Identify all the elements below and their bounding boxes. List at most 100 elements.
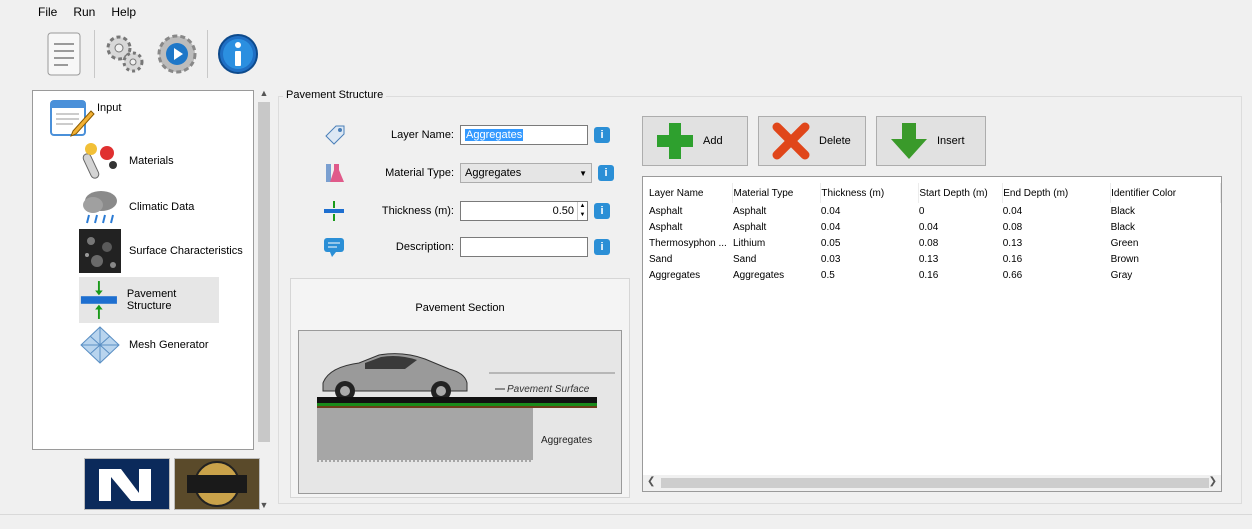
spin-buttons[interactable]: ▲ ▼	[577, 202, 587, 220]
thickness-label: Thickness (m):	[381, 205, 454, 217]
insert-button[interactable]: Insert	[876, 116, 986, 166]
column-header[interactable]: Layer Name	[649, 183, 734, 203]
material-type-select[interactable]: Aggregates ▼	[460, 163, 592, 183]
tree-item-label: Surface Characteristics	[129, 245, 243, 257]
table-cell: Black	[1110, 205, 1136, 217]
document-button[interactable]	[38, 28, 90, 80]
tree-item-label: Pavement Structure	[126, 288, 177, 312]
layer-name-label: Layer Name:	[391, 129, 454, 141]
layer-name-value: Aggregates	[465, 129, 524, 141]
thickness-stepper[interactable]: 0.50 ▲ ▼	[460, 201, 588, 221]
settings-button[interactable]	[99, 28, 151, 80]
description-input[interactable]	[460, 237, 588, 257]
description-label: Description:	[395, 241, 454, 253]
table-cell: 0.05	[820, 237, 841, 249]
thickness-icon	[324, 201, 344, 221]
scrollbar-thumb[interactable]	[258, 102, 270, 442]
table-cell: Asphalt	[732, 221, 767, 233]
material-type-row: Material Type: Aggregates ▼ i	[322, 162, 614, 184]
tree-item-label: Climatic Data	[129, 201, 195, 213]
logos	[84, 458, 260, 510]
column-header[interactable]: Thickness (m)	[820, 183, 920, 203]
info-button[interactable]	[212, 28, 264, 80]
tree-item-pavement-structure[interactable]: Pavement Structure	[79, 277, 219, 323]
delete-button[interactable]: Delete	[758, 116, 866, 166]
tree-item-climatic-data[interactable]: Climatic Data	[79, 187, 194, 227]
left-scrollbar[interactable]: ▲ ▼	[256, 88, 272, 510]
tree-item-label: Input	[97, 102, 122, 114]
table-cell: Sand	[732, 253, 757, 265]
table-cell: 0.5	[820, 269, 835, 281]
insert-button-label: Insert	[937, 135, 965, 147]
table-cell: 0.66	[1002, 269, 1023, 281]
tree-item-input[interactable]: Input	[49, 97, 121, 137]
toolbar-separator	[94, 30, 95, 78]
mesh-icon	[80, 326, 120, 364]
column-header[interactable]: Identifier Color	[1110, 183, 1221, 203]
table-horizontal-scrollbar[interactable]: ❮ ❯	[643, 475, 1221, 491]
scroll-left-icon[interactable]: ❮	[647, 476, 655, 487]
tree-item-surface-characteristics[interactable]: Surface Characteristics	[79, 229, 243, 273]
table-cell: 0.16	[918, 269, 939, 281]
table-header: Layer Name Material Type Thickness (m) S…	[649, 183, 1221, 203]
table-cell: 0.13	[1002, 237, 1023, 249]
material-type-info-icon[interactable]: i	[598, 165, 614, 181]
column-header[interactable]: Start Depth (m)	[918, 183, 1004, 203]
tree-item-label: Materials	[129, 155, 174, 167]
spin-down-icon[interactable]: ▼	[578, 211, 587, 220]
table-cell: Lithium	[732, 237, 766, 249]
thickness-row: Thickness (m): 0.50 ▲ ▼ i	[322, 200, 610, 222]
surface-icon	[79, 229, 121, 273]
tree-item-mesh-generator[interactable]: Mesh Generator	[79, 325, 208, 365]
layer-name-input[interactable]: Aggregates	[460, 125, 588, 145]
pavement-icon	[80, 281, 117, 319]
table-cell: Gray	[1110, 269, 1133, 281]
run-icon	[157, 34, 197, 74]
car-icon	[322, 353, 468, 401]
table-row[interactable]: Thermosyphon ... Lithium 0.05 0.08 0.13 …	[649, 235, 1221, 251]
table-row[interactable]: Sand Sand 0.03 0.13 0.16 Brown	[649, 251, 1221, 267]
table-cell: Sand	[649, 253, 673, 265]
table-cell: 0.04	[918, 221, 939, 233]
menu-file[interactable]: File	[38, 5, 57, 19]
column-header[interactable]: Material Type	[732, 183, 822, 203]
scroll-up-icon[interactable]: ▲	[256, 88, 272, 98]
materials-icon	[82, 143, 117, 179]
menu-help[interactable]: Help	[111, 5, 136, 19]
table-row[interactable]: Asphalt Asphalt 0.04 0.04 0.08 Black	[649, 219, 1221, 235]
toolbar	[38, 26, 264, 82]
university-logo	[84, 458, 170, 510]
flask-icon	[326, 164, 344, 182]
tree-item-label: Mesh Generator	[129, 339, 209, 351]
table-cell: Brown	[1110, 253, 1139, 265]
table-row[interactable]: Asphalt Asphalt 0.04 0 0.04 Black	[649, 203, 1221, 219]
gears-icon	[106, 35, 144, 73]
scroll-right-icon[interactable]: ❯	[1209, 476, 1217, 487]
pavement-section-title: Pavement Section	[415, 302, 505, 314]
layer-name-row: Layer Name: Aggregates i	[322, 124, 610, 146]
thickness-info-icon[interactable]: i	[594, 203, 610, 219]
comment-icon	[324, 238, 344, 257]
table-cell: 0	[918, 205, 925, 217]
table-cell: 0.16	[1002, 253, 1023, 265]
add-button[interactable]: Add	[642, 116, 748, 166]
tree-item-materials[interactable]: Materials	[79, 141, 174, 181]
table-cell: 0.04	[820, 221, 841, 233]
layer-name-info-icon[interactable]: i	[594, 127, 610, 143]
table-cell: 0.08	[1002, 221, 1023, 233]
menu-run[interactable]: Run	[73, 5, 95, 19]
table-cell: Aggregates	[732, 269, 785, 281]
table-row[interactable]: Aggregates Aggregates 0.5 0.16 0.66 Gray	[649, 267, 1221, 283]
plus-icon	[657, 123, 693, 159]
spin-up-icon[interactable]: ▲	[578, 202, 587, 211]
delete-icon	[772, 122, 810, 160]
scrollbar-thumb[interactable]	[661, 478, 1209, 488]
table-cell: 0.08	[918, 237, 939, 249]
column-header[interactable]: End Depth (m)	[1002, 183, 1112, 203]
run-button[interactable]	[151, 28, 203, 80]
table-cell: Thermosyphon ...	[649, 237, 727, 249]
table-cell: 0.13	[918, 253, 939, 265]
table-cell: Aggregates	[649, 269, 701, 281]
description-info-icon[interactable]: i	[594, 239, 610, 255]
table-cell: 0.03	[820, 253, 841, 265]
